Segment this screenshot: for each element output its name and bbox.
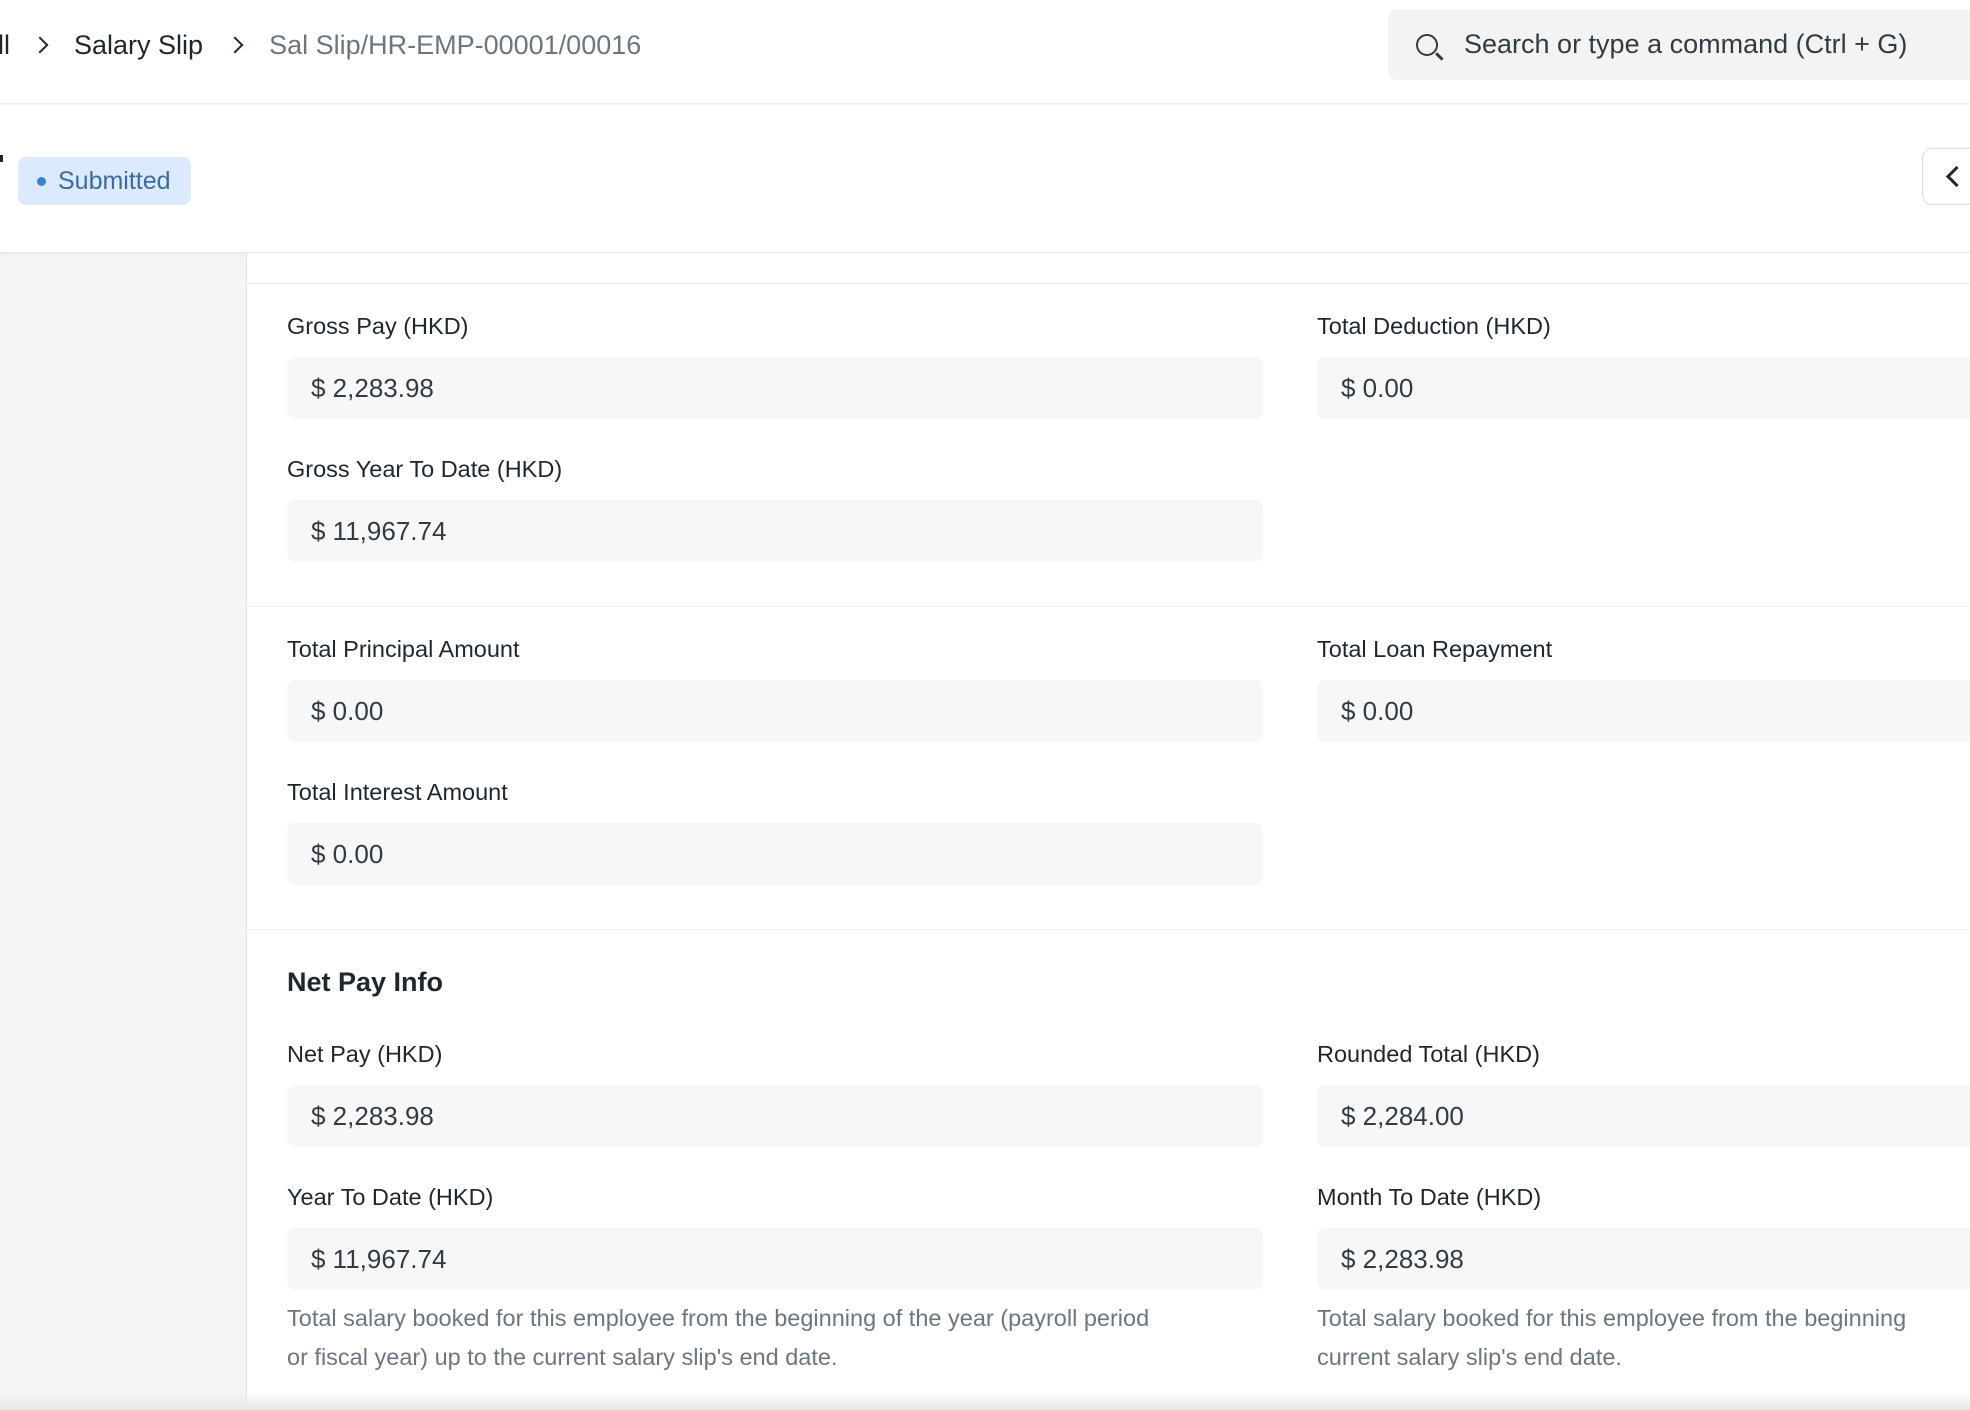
- breadcrumb-partial[interactable]: ll: [0, 30, 10, 61]
- year-to-date-field[interactable]: $ 11,967.74: [287, 1228, 1263, 1290]
- chevron-left-icon: [1945, 165, 1968, 188]
- year-to-date-label: Year To Date (HKD): [287, 1184, 494, 1210]
- total-principal-field[interactable]: $ 0.00: [287, 680, 1263, 742]
- month-to-date-description: Total salary booked for this employee fr…: [1317, 1305, 1907, 1370]
- net-pay-field[interactable]: $ 2,283.98: [287, 1085, 1263, 1147]
- page-head: Submitted: [0, 105, 1970, 253]
- breadcrumb: ll Salary Slip Sal Slip/HR-EMP-00001/000…: [0, 0, 641, 90]
- total-interest-label: Total Interest Amount: [287, 779, 508, 805]
- rounded-total-field[interactable]: $ 2,284.00: [1317, 1085, 1970, 1147]
- breadcrumb-current[interactable]: Sal Slip/HR-EMP-00001/00016: [269, 30, 641, 61]
- section-divider: [247, 606, 1970, 607]
- total-interest-field[interactable]: $ 0.00: [287, 823, 1263, 885]
- section-divider: [247, 929, 1970, 930]
- section-divider: [247, 283, 1970, 284]
- total-loan-repayment-label: Total Loan Repayment: [1317, 636, 1553, 662]
- gross-ytd-field[interactable]: $ 11,967.74: [287, 500, 1263, 562]
- gross-ytd-label: Gross Year To Date (HKD): [287, 456, 563, 482]
- month-to-date-label: Month To Date (HKD): [1317, 1184, 1542, 1210]
- status-badge: Submitted: [18, 157, 191, 205]
- rounded-total-label: Rounded Total (HKD): [1317, 1041, 1540, 1067]
- search-bar[interactable]: Search or type a command (Ctrl + G): [1388, 9, 1970, 80]
- page-title-fragment: [0, 155, 3, 162]
- breadcrumb-salary-slip[interactable]: Salary Slip: [74, 30, 203, 61]
- navbar: ll Salary Slip Sal Slip/HR-EMP-00001/000…: [0, 0, 1970, 104]
- chevron-right-icon: [226, 36, 244, 54]
- sidebar-toggle-button[interactable]: [1922, 148, 1970, 205]
- search-icon: [1416, 33, 1438, 56]
- gross-pay-label: Gross Pay (HKD): [287, 313, 469, 339]
- month-to-date-field[interactable]: $ 2,283.98: [1317, 1228, 1970, 1290]
- chevron-right-icon: [31, 36, 49, 54]
- total-loan-repayment-field[interactable]: $ 0.00: [1317, 680, 1970, 742]
- total-deduction-field[interactable]: $ 0.00: [1317, 357, 1970, 419]
- search-input[interactable]: Search or type a command (Ctrl + G): [1464, 29, 1907, 60]
- total-deduction-label: Total Deduction (HKD): [1317, 313, 1551, 339]
- net-pay-label: Net Pay (HKD): [287, 1041, 443, 1067]
- form-body: Gross Pay (HKD) $ 2,283.98 Total Deducti…: [246, 253, 1970, 1410]
- year-to-date-description: Total salary booked for this employee fr…: [287, 1305, 1150, 1370]
- total-principal-label: Total Principal Amount: [287, 636, 520, 662]
- gross-pay-field[interactable]: $ 2,283.98: [287, 357, 1263, 419]
- net-pay-info-title: Net Pay Info: [287, 967, 444, 997]
